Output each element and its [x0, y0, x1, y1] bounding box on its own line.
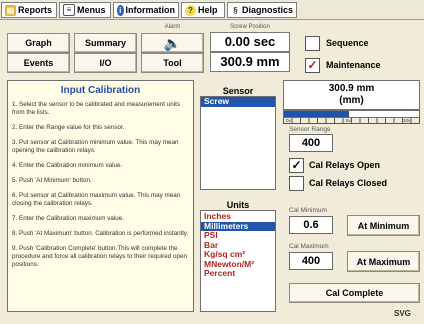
speaker-icon: 🔈	[163, 34, 182, 51]
sensor-item-screw[interactable]: Screw	[201, 96, 275, 107]
summary-button[interactable]: Summary	[74, 33, 137, 53]
menu-bar: ▤ Reports ≡ Menus i Information ? Help §…	[0, 0, 424, 20]
sensor-range-input[interactable]: 400	[289, 134, 333, 152]
tool-button[interactable]: Tool	[141, 53, 204, 73]
sequence-option[interactable]: Sequence	[305, 35, 415, 51]
cal-maximum-label: Cal Maximum	[289, 243, 329, 250]
sensor-header: Sensor	[222, 86, 254, 96]
check-icon: ✓	[307, 58, 318, 72]
input-calibration-panel: Input Calibration 1. Select the sensor t…	[7, 80, 194, 312]
footer-text: SVG	[394, 309, 411, 318]
tick-label-10v: 10v	[403, 118, 411, 123]
information-menu-button[interactable]: i Information	[113, 2, 179, 18]
at-minimum-button[interactable]: At Minimum	[347, 215, 420, 236]
cal-relays-closed-option[interactable]: Cal Relays Closed	[289, 175, 419, 191]
help-icon: ?	[185, 4, 196, 16]
graph-button[interactable]: Graph	[7, 33, 70, 53]
events-label: Events	[23, 58, 54, 68]
stethoscope-icon: §	[231, 4, 240, 16]
cal-complete-button[interactable]: Cal Complete	[289, 283, 420, 303]
sensor-range-label: Sensor Range	[289, 126, 331, 133]
tick-label-5v: 5v	[346, 118, 351, 123]
gauge-readout: 300.9 mm (mm)	[283, 80, 420, 110]
sensor-list[interactable]: Screw	[200, 96, 276, 190]
step-2: 2. Enter the Range value for this sensor…	[12, 124, 125, 131]
screw-time-readout: 0.00 sec	[210, 32, 290, 52]
step-7: 7. Enter the Calibration maximum value.	[12, 215, 124, 222]
reports-icon: ▤	[5, 4, 16, 16]
sequence-label: Sequence	[326, 38, 369, 48]
gauge-tick-labels: 0v 5v 10v	[283, 118, 420, 124]
cal-relays-open-label: Cal Relays Open	[309, 160, 381, 170]
summary-label: Summary	[84, 38, 127, 48]
maintenance-option[interactable]: ✓ Maintenance	[305, 57, 415, 73]
cal-relays-open-checkbox[interactable]: ✓	[289, 157, 304, 173]
alarm-label: Alarm	[164, 24, 181, 30]
alarm-button[interactable]: 🔈	[141, 33, 204, 53]
menus-icon: ≡	[63, 4, 75, 16]
reports-label: Reports	[18, 5, 53, 15]
step-5: 5. Push 'At Minimum' button.	[12, 177, 92, 184]
diagnostics-label: Diagnostics	[241, 5, 293, 15]
maintenance-checkbox[interactable]: ✓	[305, 57, 320, 73]
screw-position-label: Screw Position	[230, 24, 270, 30]
step-3: 3. Put sensor at Calibration minimum val…	[12, 139, 179, 154]
diagnostics-menu-button[interactable]: § Diagnostics	[227, 2, 297, 18]
check-icon: ✓	[291, 158, 302, 172]
at-maximum-button[interactable]: At Maximum	[347, 251, 420, 272]
reports-menu-button[interactable]: ▤ Reports	[1, 2, 57, 18]
units-list[interactable]: Inches Millimeters PSI Bar Kg/sq cm² MNe…	[200, 210, 276, 312]
menus-label: Menus	[77, 5, 106, 15]
cal-relays-closed-label: Cal Relays Closed	[309, 178, 388, 188]
help-label: Help	[198, 5, 218, 15]
step-1: 1. Select the sensor to be calibrated an…	[12, 101, 181, 116]
graph-label: Graph	[25, 38, 52, 48]
tick-label-0v: 0v	[286, 118, 291, 123]
calibration-steps: 1. Select the sensor to be calibrated an…	[8, 101, 193, 269]
maintenance-label: Maintenance	[326, 60, 381, 70]
information-label: Information	[125, 5, 176, 15]
cal-minimum-input[interactable]: 0.6	[289, 216, 333, 234]
menus-menu-button[interactable]: ≡ Menus	[59, 2, 111, 18]
input-calibration-title: Input Calibration	[60, 85, 141, 96]
gauge-fill	[284, 111, 349, 117]
step-6: 6. Put sensor at Calibration maximum val…	[12, 192, 181, 207]
info-icon: i	[117, 4, 124, 16]
io-button[interactable]: I/O	[74, 53, 137, 73]
help-menu-button[interactable]: ? Help	[181, 2, 225, 18]
cal-maximum-input[interactable]: 400	[289, 252, 333, 270]
units-header: Units	[226, 200, 250, 210]
io-label: I/O	[99, 58, 112, 68]
cal-relays-closed-checkbox[interactable]	[289, 175, 304, 191]
step-8: 8. Push 'At Maximum' button. Calibration…	[12, 230, 189, 237]
unit-item-percent[interactable]: Percent	[201, 268, 275, 279]
gauge-value: 300.9 mm	[328, 83, 375, 94]
step-4: 4. Enter the Calibration minimum value.	[12, 162, 123, 169]
cal-minimum-label: Cal Minimum	[289, 207, 327, 214]
step-9: 9. Push 'Calibration Complete' button.Th…	[12, 245, 188, 268]
gauge-bar	[283, 110, 420, 118]
gauge-unit: (mm)	[339, 95, 364, 106]
screw-distance-readout: 300.9 mm	[210, 52, 290, 72]
sequence-checkbox[interactable]	[305, 35, 320, 51]
tool-label: Tool	[163, 58, 182, 68]
cal-relays-open-option[interactable]: ✓ Cal Relays Open	[289, 157, 419, 173]
events-button[interactable]: Events	[7, 53, 70, 73]
